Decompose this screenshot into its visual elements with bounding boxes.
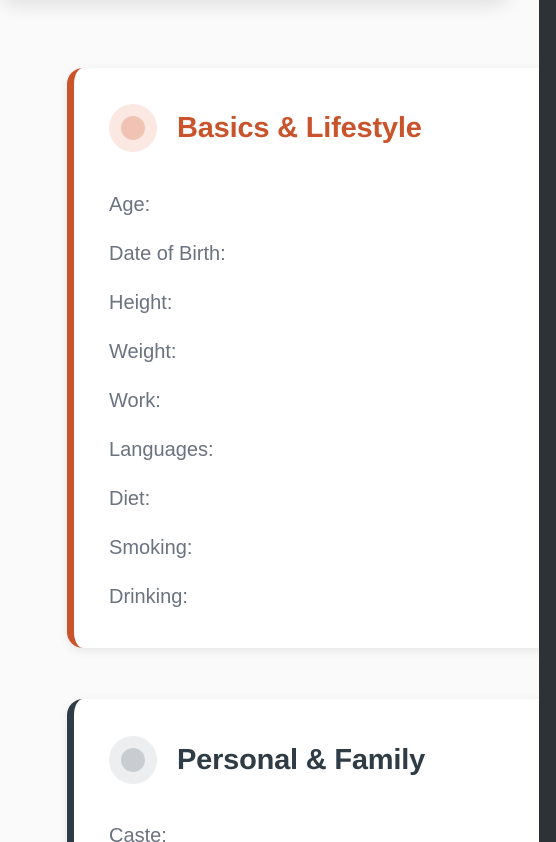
card-header: Personal & Family: [109, 736, 425, 784]
field-label-languages: Languages:: [109, 439, 214, 461]
dot-icon: [121, 116, 145, 140]
dot-icon: [121, 748, 145, 772]
field-list: Age: Date of Birth: Height: Weight: Work…: [109, 193, 226, 634]
card-header: Basics & Lifestyle: [109, 104, 422, 152]
field-label-height: Height:: [109, 292, 173, 314]
field-label-work: Work:: [109, 390, 161, 412]
field-label-age: Age:: [109, 194, 151, 216]
field-label-smoking: Smoking:: [109, 537, 193, 559]
field-label-caste: Caste:: [109, 825, 167, 842]
field-label-drinking: Drinking:: [109, 586, 188, 608]
profile-page: Basics & Lifestyle Age: Date of Birth: H…: [0, 0, 556, 842]
field-label-date-of-birth: Date of Birth:: [109, 243, 226, 265]
card-title: Basics & Lifestyle: [177, 111, 422, 144]
scrollbar-track[interactable]: [539, 0, 556, 842]
field-label-weight: Weight:: [109, 341, 177, 363]
card-title: Personal & Family: [177, 743, 426, 776]
section-dot-icon: [109, 104, 157, 152]
field-label-diet: Diet:: [109, 488, 151, 510]
section-dot-icon: [109, 736, 157, 784]
field-list: Caste:: [109, 824, 167, 842]
basics-lifestyle-card: Basics & Lifestyle Age: Date of Birth: H…: [67, 68, 546, 648]
personal-family-card: Personal & Family Caste:: [67, 699, 546, 842]
